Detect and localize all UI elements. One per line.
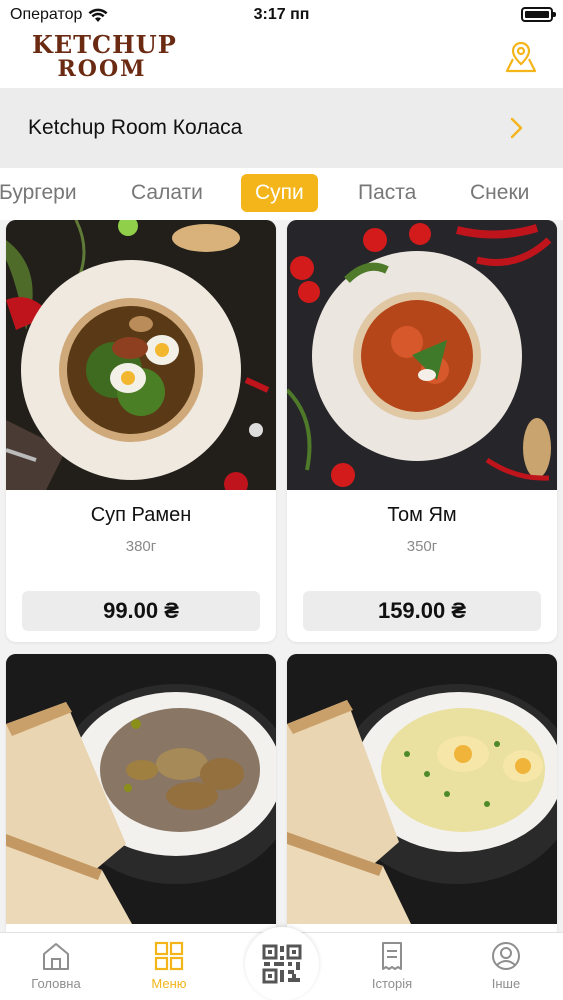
bottom-tab-bar: Головна Меню Історія Інше: [0, 927, 563, 1000]
add-to-cart-button[interactable]: 159.00 ₴: [303, 591, 541, 631]
qr-code-icon: [262, 944, 302, 984]
tab-snacks[interactable]: Снеки: [456, 174, 543, 212]
battery-icon: [521, 7, 556, 22]
tab-burgers[interactable]: Бургери: [0, 174, 91, 212]
category-tabs: Бургери Салати Супи Паста Снеки: [0, 168, 563, 220]
product-card-mushroom-soup[interactable]: [6, 654, 276, 932]
app-header: KETCHUP ROOM: [0, 30, 563, 88]
product-grid: Суп Рамен 380г 99.00 ₴ Том Ям 350г 159.0…: [0, 220, 563, 932]
tabbar-history[interactable]: Історія: [352, 941, 432, 991]
product-image: [6, 654, 276, 924]
status-bar: Оператор 3:17 пп: [0, 0, 563, 30]
tabbar-history-label: Історія: [371, 976, 413, 991]
status-time: 3:17 пп: [253, 6, 310, 23]
product-card-broth[interactable]: [287, 654, 557, 932]
product-image: [6, 220, 276, 490]
tabbar-menu[interactable]: Меню: [129, 941, 209, 991]
product-name: Том Ям: [387, 504, 457, 526]
tabbar-home[interactable]: Головна: [16, 941, 96, 991]
restaurant-selector[interactable]: Ketchup Room Коласа: [0, 88, 563, 168]
profile-icon: [492, 942, 520, 970]
chevron-right-icon: [510, 117, 523, 139]
home-icon: [43, 943, 69, 970]
logo-line2: ROOM: [57, 56, 147, 82]
map-location-icon[interactable]: [503, 40, 539, 74]
receipt-icon: [382, 942, 402, 970]
product-name: Суп Рамен: [90, 504, 192, 526]
add-to-cart-button[interactable]: 99.00 ₴: [22, 591, 260, 631]
tabbar-other[interactable]: Інше: [466, 941, 546, 991]
tabbar-home-label: Головна: [31, 976, 81, 991]
product-weight: 350г: [406, 538, 438, 555]
tab-salads[interactable]: Салати: [117, 174, 217, 212]
product-image: [287, 220, 557, 490]
tab-soups[interactable]: Супи: [241, 174, 318, 212]
restaurant-name: Ketchup Room Коласа: [28, 116, 243, 139]
ketchup-room-logo: KETCHUP ROOM: [32, 30, 177, 85]
qr-code-button[interactable]: [245, 927, 319, 1000]
logo-line1: KETCHUP: [32, 30, 177, 59]
tabbar-other-label: Інше: [491, 976, 521, 991]
product-card-tom-yum[interactable]: Том Ям 350г 159.00 ₴: [287, 220, 557, 642]
grid-menu-icon: [154, 941, 184, 971]
product-weight: 380г: [125, 538, 157, 555]
product-image: [287, 654, 557, 924]
tab-pasta[interactable]: Паста: [344, 174, 430, 212]
tabbar-menu-label: Меню: [151, 976, 187, 991]
product-card-ramen[interactable]: Суп Рамен 380г 99.00 ₴: [6, 220, 276, 642]
